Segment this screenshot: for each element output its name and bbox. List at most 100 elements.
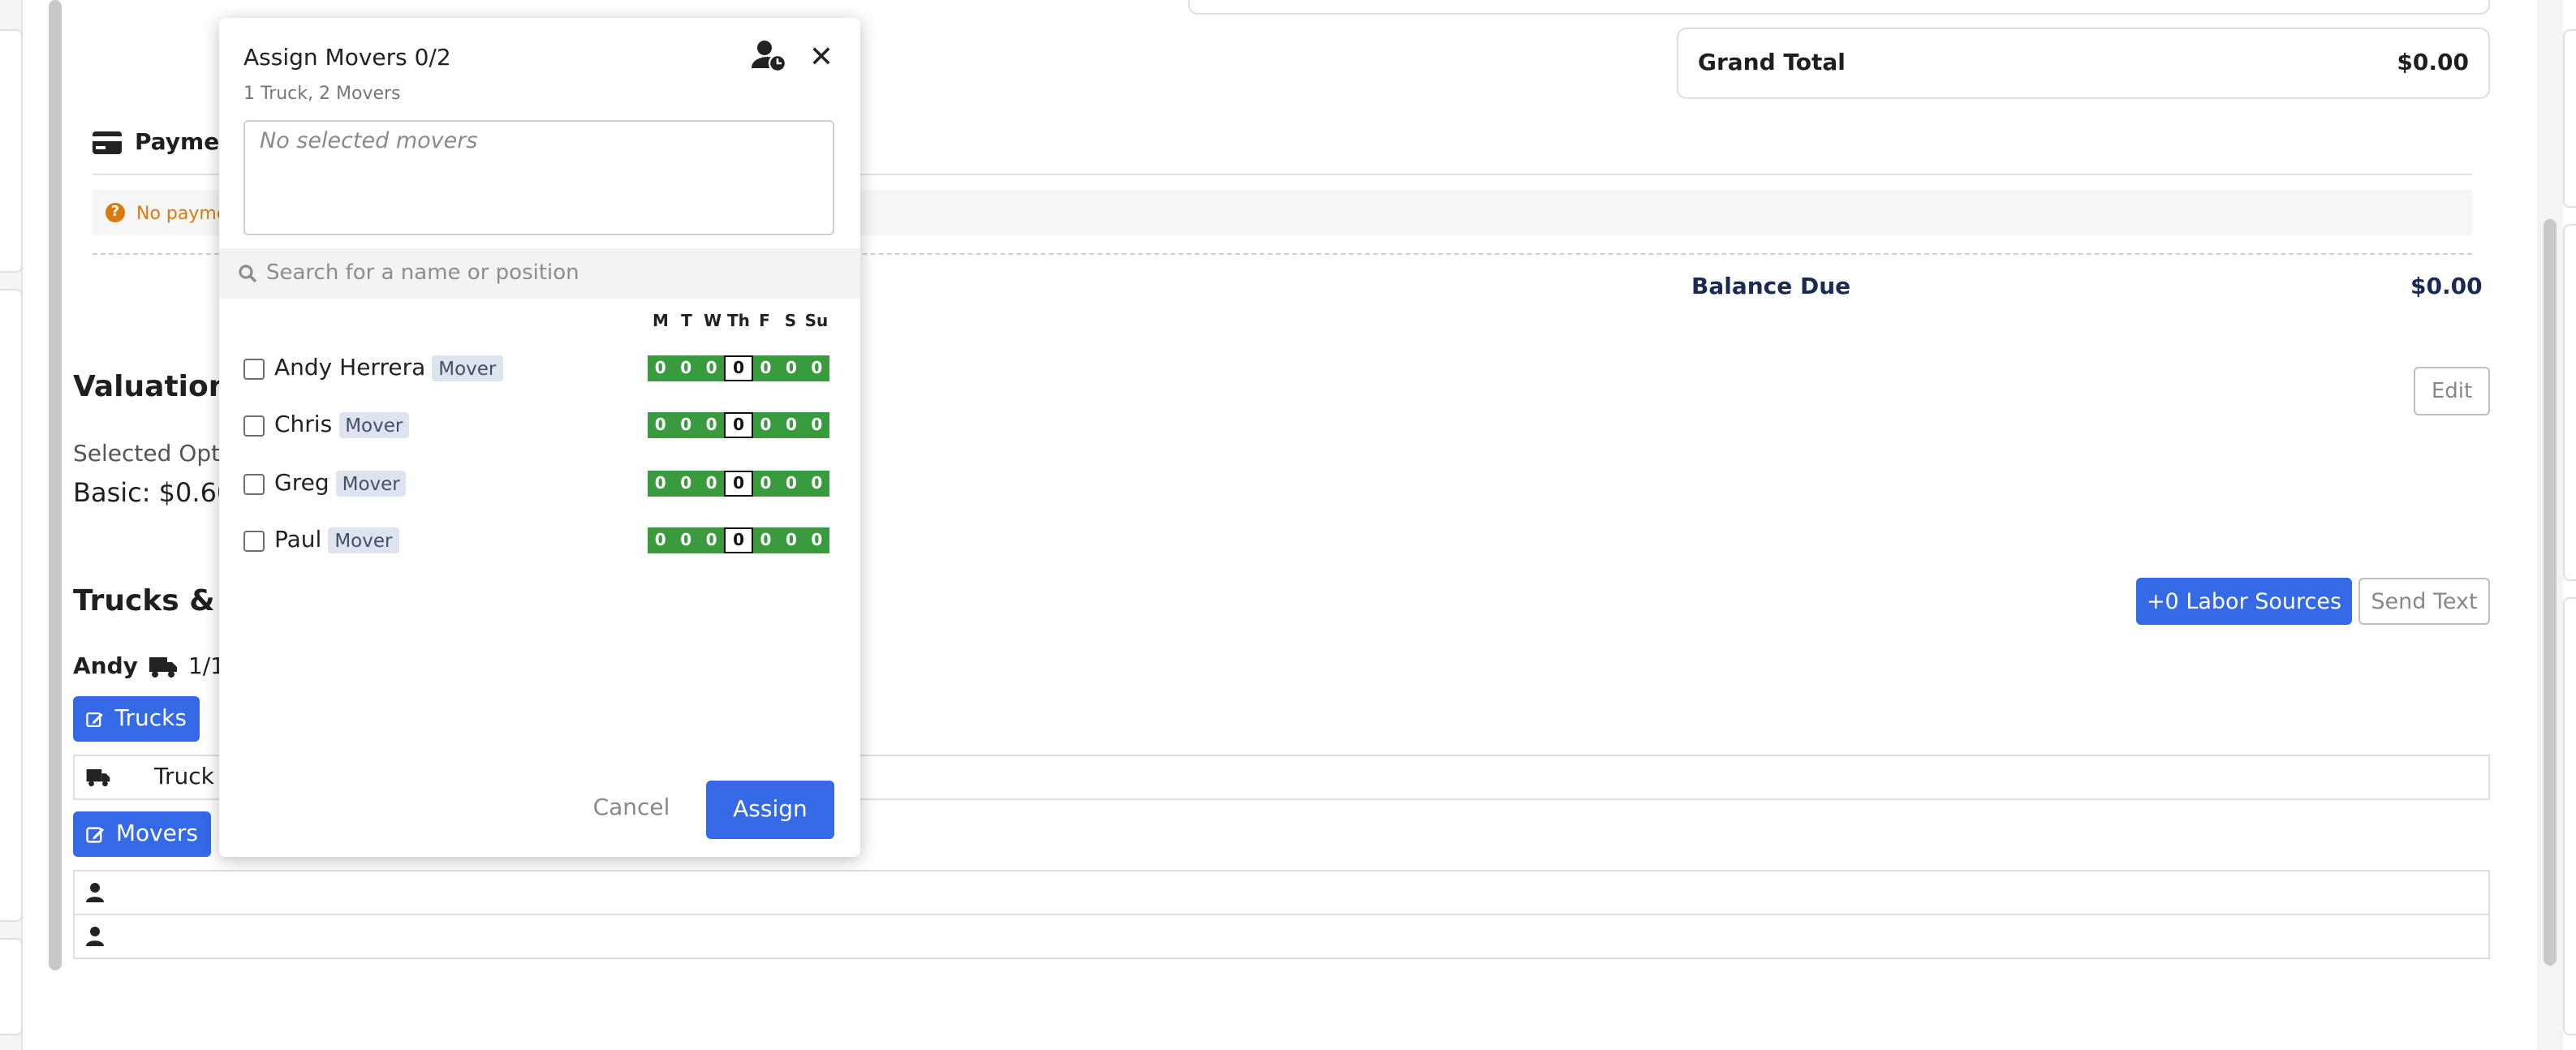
schedule-day-count: 0 bbox=[705, 359, 717, 377]
mover-search-input[interactable] bbox=[266, 261, 851, 286]
scrollbar-thumb[interactable] bbox=[2544, 219, 2557, 966]
schedule-day-count: 0 bbox=[680, 416, 692, 434]
top-card bbox=[1188, 0, 2490, 15]
right-edge-card bbox=[2563, 29, 2576, 208]
truck-icon bbox=[86, 768, 110, 786]
schedule-day-count: 0 bbox=[785, 416, 797, 434]
schedule-day-count: 0 bbox=[654, 531, 666, 549]
page: Grand Total $0.00 Payments ? No payments… bbox=[0, 0, 2576, 1050]
edit-trucks-button[interactable]: Trucks bbox=[73, 696, 200, 742]
grand-total-box: Grand Total $0.00 bbox=[1677, 28, 2490, 99]
schedule-day-count: 0 bbox=[705, 531, 717, 549]
user-clock-icon[interactable] bbox=[752, 39, 787, 75]
balance-due-label: Balance Due bbox=[1691, 274, 1851, 300]
mover-name: Greg bbox=[274, 471, 330, 497]
labor-sources-button[interactable]: +0 Labor Sources bbox=[2136, 578, 2352, 625]
selected-option-label: Selected Optio bbox=[73, 441, 240, 467]
schedule-day-count: 0 bbox=[705, 416, 717, 434]
mover-checkbox[interactable] bbox=[243, 530, 265, 551]
mover-slot-row bbox=[73, 870, 2490, 915]
weekday-label: T bbox=[681, 313, 692, 331]
search-bar bbox=[219, 248, 860, 299]
question-circle-icon: ? bbox=[106, 203, 125, 222]
schedule-day-count: 0 bbox=[705, 475, 717, 493]
left-scrollbar[interactable] bbox=[49, 0, 62, 970]
left-rail-card bbox=[0, 289, 23, 922]
balance-due-value: $0.00 bbox=[2410, 274, 2483, 300]
schedule-day-count: 0 bbox=[811, 359, 823, 377]
user-icon bbox=[86, 883, 104, 902]
mover-row[interactable]: Greg Mover 0 0 0 0 0 0 0 bbox=[243, 467, 831, 500]
edit-movers-button[interactable]: Movers bbox=[73, 811, 211, 857]
left-rail-card bbox=[0, 938, 23, 1035]
selected-movers-box: No selected movers bbox=[243, 120, 834, 235]
weekday-label: W bbox=[703, 313, 722, 331]
movers-button-label: Movers bbox=[115, 821, 198, 847]
weekday-label: Th bbox=[727, 313, 750, 331]
weekday-label: M bbox=[653, 313, 669, 331]
valuation-basic-value: Basic: $0.60 bbox=[73, 477, 234, 508]
mover-row[interactable]: Chris Mover 0 0 0 0 0 0 0 bbox=[243, 409, 831, 441]
assign-movers-modal: Assign Movers 0/2 1 Truck, 2 Movers ✕ No… bbox=[219, 18, 860, 857]
credit-card-icon bbox=[93, 131, 122, 154]
assign-button[interactable]: Assign bbox=[706, 781, 834, 839]
search-icon bbox=[239, 265, 256, 282]
position-badge: Mover bbox=[335, 471, 407, 497]
close-icon[interactable]: ✕ bbox=[807, 39, 836, 75]
weekday-label: F bbox=[759, 313, 770, 331]
grand-total-label: Grand Total bbox=[1698, 50, 1846, 76]
schedule-day-count: 0 bbox=[724, 412, 753, 438]
position-badge: Mover bbox=[432, 355, 503, 381]
edit-valuation-button[interactable]: Edit bbox=[2414, 367, 2490, 415]
left-rail bbox=[0, 0, 23, 1050]
schedule-day-count: 0 bbox=[654, 359, 666, 377]
crew-lead-name: Andy bbox=[73, 654, 138, 680]
schedule-day-count: 0 bbox=[811, 416, 823, 434]
schedule-day-count: 0 bbox=[785, 475, 797, 493]
trucks-button-label: Trucks bbox=[114, 706, 187, 732]
mover-checkbox[interactable] bbox=[243, 358, 265, 379]
weekly-schedule: 0000000 bbox=[648, 412, 829, 438]
position-badge: Mover bbox=[338, 412, 410, 438]
weekday-label: Su bbox=[804, 313, 829, 331]
grand-total-value: $0.00 bbox=[2397, 50, 2469, 76]
right-edge-card bbox=[2563, 597, 2576, 1035]
schedule-day-count: 0 bbox=[760, 359, 772, 377]
schedule-day-count: 0 bbox=[760, 475, 772, 493]
schedule-day-count: 0 bbox=[811, 475, 823, 493]
schedule-day-count: 0 bbox=[654, 416, 666, 434]
mover-row[interactable]: Andy Herrera Mover 0 0 0 0 0 0 0 bbox=[243, 352, 831, 385]
schedule-day-count: 0 bbox=[654, 475, 666, 493]
weekday-header: M T W Th F S Su bbox=[648, 313, 829, 331]
edit-icon bbox=[86, 826, 105, 842]
schedule-day-count: 0 bbox=[724, 355, 753, 381]
user-icon bbox=[86, 927, 104, 946]
mover-checkbox[interactable] bbox=[243, 415, 265, 436]
mover-name: Chris bbox=[274, 412, 333, 438]
edit-icon bbox=[86, 711, 103, 727]
send-text-button[interactable]: Send Text bbox=[2358, 578, 2490, 625]
schedule-day-count: 0 bbox=[680, 475, 692, 493]
selected-movers-placeholder: No selected movers bbox=[260, 128, 478, 154]
schedule-day-count: 0 bbox=[760, 531, 772, 549]
schedule-day-count: 0 bbox=[760, 416, 772, 434]
mover-name: Paul bbox=[274, 527, 322, 553]
schedule-day-count: 0 bbox=[680, 359, 692, 377]
truck-icon bbox=[149, 656, 177, 677]
schedule-day-count: 0 bbox=[680, 531, 692, 549]
schedule-day-count: 0 bbox=[811, 531, 823, 549]
cancel-button[interactable]: Cancel bbox=[591, 789, 672, 828]
mover-checkbox[interactable] bbox=[243, 473, 265, 494]
modal-title: Assign Movers 0/2 bbox=[243, 45, 451, 71]
crew-summary: Andy 1/1 bbox=[73, 654, 225, 680]
modal-subtitle: 1 Truck, 2 Movers bbox=[243, 83, 401, 104]
schedule-day-count: 0 bbox=[724, 527, 753, 553]
weekly-schedule: 0000000 bbox=[648, 471, 829, 497]
mover-slot-row bbox=[73, 914, 2490, 959]
position-badge: Mover bbox=[328, 527, 399, 553]
mover-row[interactable]: Paul Mover 0 0 0 0 0 0 0 bbox=[243, 524, 831, 557]
weekday-label: S bbox=[784, 313, 797, 331]
weekly-schedule: 0000000 bbox=[648, 355, 829, 381]
left-rail-card bbox=[0, 29, 23, 273]
schedule-day-count: 0 bbox=[724, 471, 753, 497]
